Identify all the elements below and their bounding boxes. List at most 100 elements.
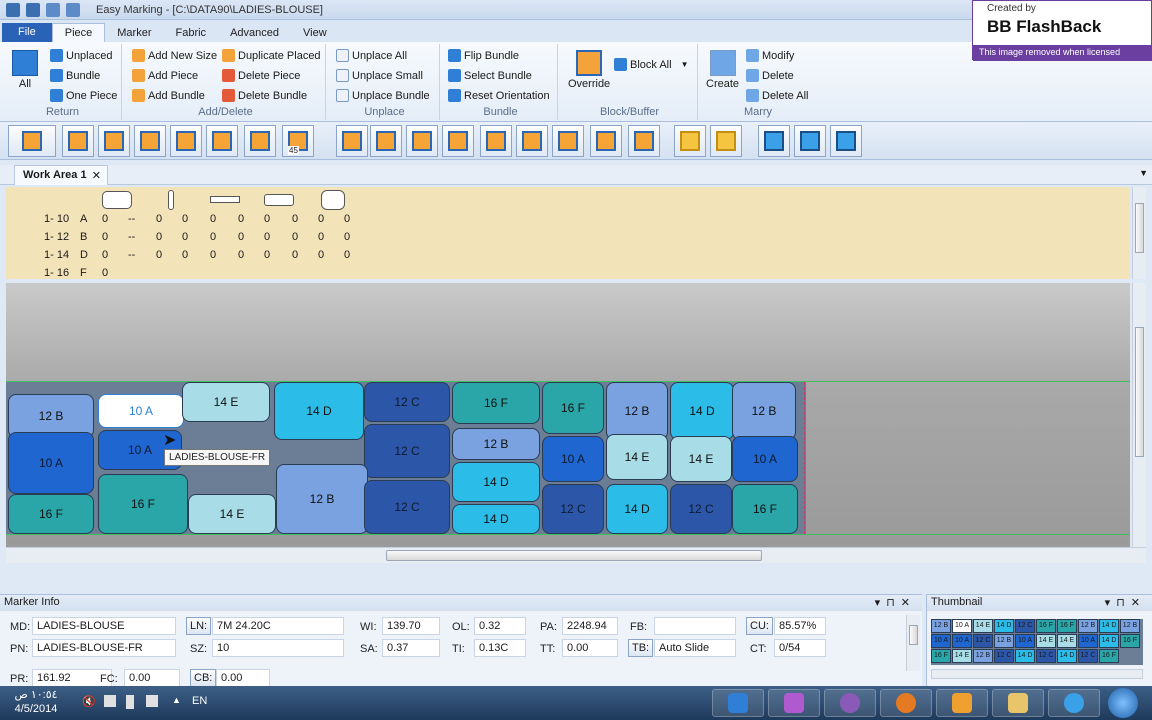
tab-work-area-1[interactable]: Work Area 1 ✕	[14, 165, 108, 185]
piece-count-cell[interactable]: 0	[102, 231, 108, 243]
cu-field[interactable]: 85.57%	[774, 617, 826, 635]
cb-button[interactable]: CB:	[190, 669, 217, 687]
ti-field[interactable]: 0.13C	[474, 639, 526, 657]
ct-field[interactable]: 0/54	[774, 639, 826, 657]
piece-count-cell[interactable]: 0	[264, 231, 270, 243]
tt-field[interactable]: 0.00	[562, 639, 618, 657]
toolbar-button-6[interactable]	[206, 125, 238, 157]
tab-menu-icon[interactable]: ▼	[1139, 168, 1148, 178]
toolbar-button-12[interactable]	[442, 125, 474, 157]
piece-count-cell[interactable]: 0	[238, 231, 244, 243]
piece-shape-4[interactable]	[264, 194, 294, 206]
flip-bundle-button[interactable]: Flip Bundle	[448, 49, 519, 62]
add-bundle-button[interactable]: Add Bundle	[132, 89, 205, 102]
marker-piece[interactable]: 14 E	[606, 434, 668, 480]
toolbar-button-22[interactable]	[830, 125, 862, 157]
toolbar-button-4[interactable]	[134, 125, 166, 157]
piece-shape-2[interactable]	[168, 190, 174, 210]
marker-hscroll-thumb[interactable]	[386, 550, 762, 561]
app-icon[interactable]	[6, 2, 20, 17]
toolbar-button-18[interactable]	[674, 125, 706, 157]
tab-file[interactable]: File	[2, 23, 52, 42]
fabric-spread[interactable]: 12 B 10 A 14 E 14 D 12 C 16 F 16 F 12 B 14 D 12 B…	[6, 382, 806, 534]
wi-field[interactable]: 139.70	[382, 617, 440, 635]
select-bundle-button[interactable]: Select Bundle	[448, 69, 532, 82]
toolbar-button-7[interactable]	[244, 125, 276, 157]
thumbnail-preview[interactable]: 12 B 10 A 14 E 14 D 12 C 16 F 16 F 12 B 14 D 12 B…	[931, 619, 1143, 665]
piece-count-cell[interactable]: 0	[102, 249, 108, 261]
panel-controls-icon[interactable]: ▾⊓✕	[1105, 596, 1146, 609]
marry-create-button[interactable]: Create	[706, 50, 739, 90]
marry-delete-all-button[interactable]: Delete All	[746, 89, 808, 102]
piece-count-cell[interactable]: 0	[318, 213, 324, 225]
piece-shape-1[interactable]	[102, 191, 132, 209]
marker-vscroll-thumb[interactable]	[1135, 327, 1144, 457]
tab-piece[interactable]: Piece	[51, 23, 106, 42]
tab-advanced[interactable]: Advanced	[218, 24, 291, 42]
taskbar-app-explorer[interactable]	[992, 689, 1044, 717]
marker-piece[interactable]: 12 B	[732, 382, 796, 440]
thumbnail-hscroll[interactable]	[931, 669, 1143, 679]
marker-piece[interactable]: 14 D	[670, 382, 734, 440]
piece-count-cell[interactable]: 0	[264, 249, 270, 261]
piece-count-cell[interactable]: 0	[210, 231, 216, 243]
marker-piece[interactable]: 12 B	[452, 428, 540, 460]
fb-field[interactable]	[654, 617, 736, 635]
toolbar-button-10[interactable]	[370, 125, 402, 157]
cu-button[interactable]: CU:	[746, 617, 773, 635]
tab-marker[interactable]: Marker	[105, 24, 163, 42]
marry-modify-button[interactable]: Modify	[746, 49, 794, 62]
piece-count-cell[interactable]: 0	[318, 249, 324, 261]
piece-count-cell[interactable]: 0	[344, 231, 350, 243]
piece-count-cell[interactable]: 0	[292, 213, 298, 225]
toolbar-button-14[interactable]	[516, 125, 548, 157]
marry-delete-button[interactable]: Delete	[746, 69, 794, 82]
override-button[interactable]: Override	[568, 50, 610, 90]
taskbar-app-firefox[interactable]	[880, 689, 932, 717]
tb-field[interactable]: Auto Slide	[654, 639, 736, 657]
pa-field[interactable]: 2248.94	[562, 617, 618, 635]
taskbar-app-easymarking[interactable]	[712, 689, 764, 717]
marker-piece[interactable]: 10 A	[98, 394, 184, 428]
tab-view[interactable]: View	[291, 24, 339, 42]
return-all-button[interactable]: All	[12, 50, 38, 90]
close-icon[interactable]: ✕	[92, 169, 101, 182]
md-field[interactable]: LADIES-BLOUSE	[32, 617, 176, 635]
flag-icon[interactable]	[146, 695, 158, 707]
save-icon[interactable]	[26, 2, 40, 17]
piece-count-cell[interactable]: 0	[182, 249, 188, 261]
piece-count-cell[interactable]: --	[128, 231, 135, 243]
marker-piece[interactable]: 14 E	[188, 494, 276, 534]
piece-count-cell[interactable]: 0	[292, 231, 298, 243]
tab-fabric[interactable]: Fabric	[164, 24, 219, 42]
marker-vscroll[interactable]	[1132, 283, 1146, 547]
pn-field[interactable]: LADIES-BLOUSE-FR	[32, 639, 176, 657]
toolbar-button-20[interactable]	[758, 125, 790, 157]
piece-count-cell[interactable]: --	[128, 213, 135, 225]
piece-count-cell[interactable]: 0	[238, 249, 244, 261]
toolbar-button-21[interactable]	[794, 125, 826, 157]
piece-shape-5[interactable]	[321, 190, 345, 210]
marker-piece[interactable]: 16 F	[732, 484, 798, 534]
toolbar-button-3[interactable]	[98, 125, 130, 157]
piece-count-cell[interactable]: 0	[344, 213, 350, 225]
ol-field[interactable]: 0.32	[474, 617, 526, 635]
marker-piece[interactable]: 12 C	[364, 480, 450, 534]
marker-piece[interactable]: 14 E	[670, 436, 732, 482]
marker-piece[interactable]: 14 D	[452, 462, 540, 502]
marker-piece[interactable]: 14 D	[606, 484, 668, 534]
toolbar-button-16[interactable]	[590, 125, 622, 157]
marker-piece[interactable]: 12 B	[276, 464, 368, 534]
toolbar-button-2[interactable]	[62, 125, 94, 157]
piece-count-cell[interactable]: --	[128, 249, 135, 261]
block-all-button[interactable]: Block All ▼	[614, 58, 689, 71]
marker-piece[interactable]: 14 D	[452, 504, 540, 534]
piece-count-cell[interactable]: 0	[182, 231, 188, 243]
piece-count-cell[interactable]: 0	[292, 249, 298, 261]
ln-field[interactable]: 7M 24.20C	[212, 617, 344, 635]
unplace-all-button[interactable]: Unplace All	[336, 49, 407, 62]
redo-icon[interactable]	[66, 2, 80, 17]
piece-count-cell[interactable]: 0	[238, 213, 244, 225]
battery-icon[interactable]	[126, 695, 134, 709]
piece-count-cell[interactable]: 0	[318, 231, 324, 243]
